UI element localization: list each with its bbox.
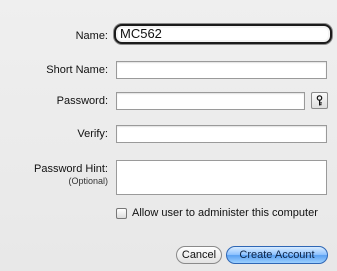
key-icon: [316, 95, 323, 106]
verify-label: Verify:: [77, 128, 108, 140]
admin-checkbox[interactable]: [116, 208, 127, 219]
verify-input[interactable]: [116, 125, 327, 143]
password-assistant-button[interactable]: [311, 92, 328, 109]
name-label: Name:: [75, 30, 108, 42]
admin-checkbox-label[interactable]: Allow user to administer this computer: [132, 206, 318, 220]
password-hint-optional-note: (Optional): [68, 176, 108, 186]
password-hint-input[interactable]: [116, 160, 327, 195]
password-input[interactable]: [116, 92, 305, 110]
password-label: Password:: [56, 95, 108, 107]
short-name-label: Short Name:: [46, 64, 108, 76]
short-name-input[interactable]: [116, 61, 327, 79]
name-input[interactable]: MC562: [114, 24, 332, 44]
create-account-button[interactable]: Create Account: [226, 246, 328, 264]
create-account-form: Name: MC562 Short Name: Password: Verify…: [0, 0, 337, 271]
cancel-button[interactable]: Cancel: [176, 246, 222, 264]
password-hint-label: Password Hint:: [34, 163, 108, 175]
